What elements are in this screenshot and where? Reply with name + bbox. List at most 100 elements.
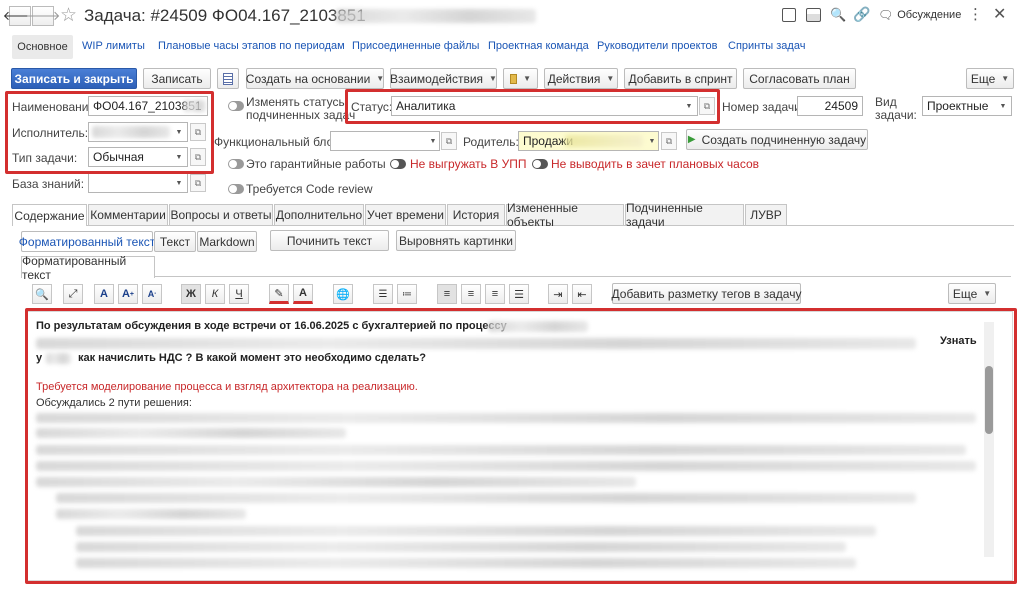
- insert-image-icon[interactable]: 🌐: [333, 284, 353, 304]
- task-type-label: Тип задачи:: [12, 151, 78, 165]
- indent-decrease-icon[interactable]: ⇤: [572, 284, 592, 304]
- favorite-star-icon[interactable]: ☆: [60, 4, 77, 27]
- executor-open-icon[interactable]: ⧉: [190, 123, 206, 141]
- nav-tab-managers[interactable]: Руководители проектов: [597, 40, 717, 52]
- list-button[interactable]: [217, 68, 239, 89]
- editor-redacted-13: [76, 558, 856, 568]
- approve-plan-button[interactable]: Согласовать план: [743, 68, 856, 89]
- status-dropdown-icon[interactable]: ▼: [682, 96, 696, 116]
- highlight-color-icon[interactable]: ✎: [269, 284, 289, 304]
- add-tags-button[interactable]: Добавить разметку тегов в задачу: [612, 283, 801, 304]
- toolbar-more-button[interactable]: Еще ▼: [966, 68, 1014, 89]
- numbered-list-icon[interactable]: ≔: [397, 284, 417, 304]
- align-images-button[interactable]: Выровнять картинки: [396, 230, 516, 251]
- format-tab-rich[interactable]: Форматированный текст: [19, 231, 155, 252]
- tab-subtasks[interactable]: Подчиненные задачи: [625, 201, 744, 229]
- editor-redacted-10: [56, 509, 246, 519]
- nav-tab-team[interactable]: Проектная команда: [488, 40, 589, 52]
- executor-dropdown-icon[interactable]: ▼: [172, 122, 186, 142]
- no-plan-label: Не выводить в зачет плановых часов: [551, 157, 760, 171]
- name-redacted: [184, 100, 206, 112]
- editor-more-button[interactable]: Еще ▼: [948, 283, 996, 304]
- link-icon[interactable]: 🔗: [853, 6, 870, 23]
- save-disk-icon[interactable]: [782, 8, 796, 22]
- scrollbar-thumb[interactable]: [985, 366, 993, 434]
- chevron-down-icon: ▼: [376, 74, 385, 83]
- tab-additional[interactable]: Дополнительно: [274, 204, 364, 225]
- status-field[interactable]: Аналитика: [391, 96, 698, 116]
- tab-history[interactable]: История: [447, 204, 505, 225]
- nav-tab-main[interactable]: Основное: [12, 35, 73, 59]
- tab-changed-objects[interactable]: Измененные объекты: [506, 201, 624, 229]
- bullet-list-icon[interactable]: ☰: [373, 284, 393, 304]
- func-block-label: Функциональный блок:: [214, 135, 342, 149]
- code-review-toggle[interactable]: [228, 184, 244, 194]
- italic-button[interactable]: К: [205, 284, 225, 304]
- tab-luvr[interactable]: ЛУВР: [745, 204, 787, 225]
- parent-open-icon[interactable]: ⧉: [661, 132, 677, 150]
- fullscreen-icon[interactable]: ⤢: [63, 284, 83, 304]
- bold-button[interactable]: Ж: [181, 284, 201, 304]
- indent-increase-icon[interactable]: ⇥: [548, 284, 568, 304]
- nav-tab-wip[interactable]: WIP лимиты: [82, 40, 145, 52]
- no-upload-toggle[interactable]: [390, 159, 406, 169]
- func-block-dropdown-icon[interactable]: ▼: [426, 131, 440, 151]
- font-icon[interactable]: A: [94, 284, 114, 304]
- save-button[interactable]: Записать: [143, 68, 211, 89]
- attach-button[interactable]: ▼: [503, 68, 538, 89]
- close-icon[interactable]: ✕: [993, 4, 1006, 24]
- editor-tab-rich[interactable]: Форматированный текст: [21, 254, 155, 282]
- task-type-dropdown-icon[interactable]: ▼: [172, 147, 186, 167]
- tab-qa[interactable]: Вопросы и ответы: [169, 204, 273, 225]
- discussion-button[interactable]: 🗨 Обсуждение: [878, 8, 961, 22]
- func-block-open-icon[interactable]: ⧉: [441, 132, 457, 150]
- create-based-button[interactable]: Создать на основании ▼: [246, 68, 384, 89]
- status-open-icon[interactable]: ⧉: [699, 97, 715, 115]
- nav-tab-files[interactable]: Присоединенные файлы: [352, 40, 479, 52]
- task-no-field[interactable]: 24509: [797, 96, 863, 116]
- parent-dropdown-icon[interactable]: ▼: [645, 131, 659, 151]
- nav-tab-plan-hours[interactable]: Плановые часы этапов по периодам: [158, 40, 345, 52]
- tab-content[interactable]: Содержание: [12, 204, 87, 226]
- actions-button[interactable]: Действия ▼: [544, 68, 618, 89]
- print-icon[interactable]: [806, 8, 821, 22]
- kb-open-icon[interactable]: ⧉: [190, 174, 206, 192]
- code-review-label: Требуется Code review: [246, 182, 373, 196]
- func-block-field[interactable]: [330, 131, 440, 151]
- add-sprint-button[interactable]: Добавить в спринт: [624, 68, 737, 89]
- search-doc-icon[interactable]: 🔍: [830, 7, 846, 23]
- interactions-button[interactable]: Взаимодействия ▼: [390, 68, 497, 89]
- format-tab-markdown[interactable]: Markdown: [197, 231, 257, 252]
- font-grow-icon[interactable]: A +: [118, 284, 138, 304]
- forward-button[interactable]: 🡒: [26, 6, 60, 26]
- editor-scrollbar[interactable]: [984, 322, 994, 557]
- format-tab-text[interactable]: Текст: [154, 231, 196, 252]
- zoom-icon[interactable]: 🔍: [32, 284, 52, 304]
- tab-time[interactable]: Учет времени: [365, 204, 446, 225]
- align-center-icon[interactable]: ≡: [461, 284, 481, 304]
- text-color-icon[interactable]: A: [293, 284, 313, 304]
- editor-line-3-start: у: [36, 352, 43, 364]
- kind-dropdown-icon[interactable]: ▼: [996, 96, 1010, 116]
- kb-dropdown-icon[interactable]: ▼: [172, 173, 186, 193]
- change-status-toggle[interactable]: [228, 101, 244, 111]
- editor-redacted-1: [488, 321, 588, 332]
- status-label: Статус:: [351, 100, 393, 114]
- chat-icon: 🗨: [878, 8, 894, 22]
- warranty-toggle[interactable]: [228, 159, 244, 169]
- no-plan-toggle[interactable]: [532, 159, 548, 169]
- align-left-icon[interactable]: ≡: [437, 284, 457, 304]
- task-type-open-icon[interactable]: ⧉: [190, 148, 206, 166]
- more-menu-icon[interactable]: ⋮: [968, 5, 983, 23]
- save-and-close-button[interactable]: Записать и закрыть: [11, 68, 137, 89]
- font-shrink-icon[interactable]: A-: [142, 284, 162, 304]
- create-subtask-button[interactable]: ▶ Создать подчиненную задачу: [686, 129, 868, 150]
- tab-comments[interactable]: Комментарии: [88, 204, 168, 225]
- editor-red-line: Требуется моделирование процесса и взгля…: [36, 381, 418, 393]
- nav-tab-sprints[interactable]: Спринты задач: [728, 40, 805, 52]
- underline-button[interactable]: Ч: [229, 284, 249, 304]
- align-right-icon[interactable]: ≡: [485, 284, 505, 304]
- folder-icon: [510, 73, 518, 84]
- fix-text-button[interactable]: Починить текст: [270, 230, 389, 251]
- align-justify-icon[interactable]: ☰: [509, 284, 529, 304]
